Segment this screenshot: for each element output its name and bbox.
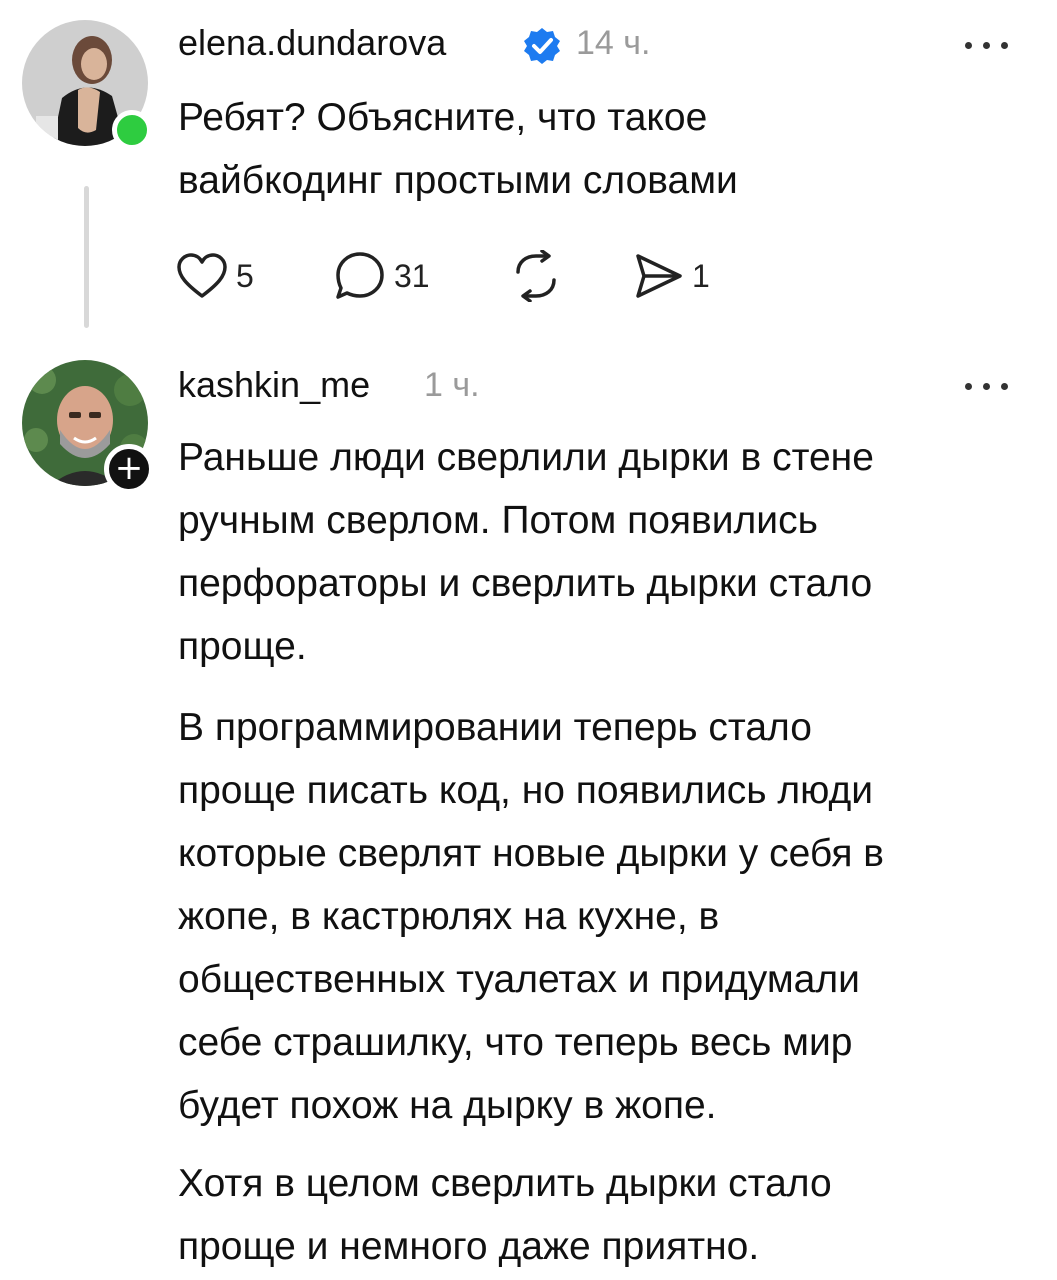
repost-icon: [516, 250, 556, 302]
post-username[interactable]: elena.dundarova: [178, 22, 446, 64]
post-more-button[interactable]: [963, 36, 1013, 56]
post-timestamp: 14 ч.: [576, 24, 651, 62]
repost-button[interactable]: [508, 248, 564, 304]
more-dots-icon: [965, 42, 972, 49]
send-icon: [636, 254, 682, 298]
reply-timestamp: 1 ч.: [424, 366, 480, 404]
comment-button[interactable]: 31: [334, 248, 430, 304]
reply-text-line: Хотя в целом сверлить дырки стало: [178, 1162, 832, 1205]
reply-text-line: будет похож на дырку в жопе.: [178, 1084, 717, 1127]
heart-icon: [177, 253, 227, 298]
reply-text-line: общественных туалетах и придумали: [178, 958, 860, 1001]
reply-text-line: В программировании теперь стало: [178, 706, 812, 749]
share-count: 1: [692, 257, 710, 294]
reply-text-line: проще и немного даже приятно.: [178, 1225, 760, 1268]
online-status-dot: [112, 110, 152, 150]
share-button[interactable]: 1: [632, 248, 710, 304]
reply-paragraph: В программировании теперь стало проще пи…: [178, 696, 1028, 1137]
reply-text-line: перфораторы и сверлить дырки стало: [178, 562, 873, 605]
post-text-line: Ребят? Объясните, что такое: [178, 96, 708, 139]
reply-text-line: которые сверлят новые дырки у себя в: [178, 832, 884, 875]
more-dot: [983, 42, 990, 49]
reply-text-line: жопе, в кастрюлях на кухне, в: [178, 895, 720, 938]
comment-bubble-icon: [336, 252, 384, 299]
verified-badge-icon: [524, 28, 560, 64]
post-text-line: вайбкодинг простыми словами: [178, 159, 738, 202]
reply-text-line: ручным сверлом. Потом появились: [178, 499, 818, 542]
follow-plus-button[interactable]: +: [104, 444, 154, 494]
reply-username[interactable]: kashkin_me: [178, 364, 370, 406]
plus-icon: +: [114, 448, 144, 488]
reply-paragraph: Раньше люди сверлили дырки в стене ручны…: [178, 426, 1028, 678]
post-body: Ребят? Объясните, что такое вайбкодинг п…: [178, 86, 1028, 212]
like-count: 5: [236, 257, 254, 294]
reply-text-line: Раньше люди сверлили дырки в стене: [178, 436, 874, 479]
reply-paragraph: Хотя в целом сверлить дырки стало проще …: [178, 1152, 1028, 1278]
reply-text-line: проще писать код, но появились люди: [178, 769, 874, 812]
more-dot: [1001, 42, 1008, 49]
like-button[interactable]: 5: [176, 248, 254, 304]
comment-count: 31: [394, 257, 430, 294]
more-dot: [983, 383, 990, 390]
reply-text-line: себе страшилку, что теперь весь мир: [178, 1021, 853, 1064]
more-dot: [1001, 383, 1008, 390]
more-dots-icon: [965, 383, 972, 390]
reply-more-button[interactable]: [963, 377, 1013, 397]
reply-text-line: проще.: [178, 625, 307, 668]
thread-connector-line: [84, 186, 89, 328]
